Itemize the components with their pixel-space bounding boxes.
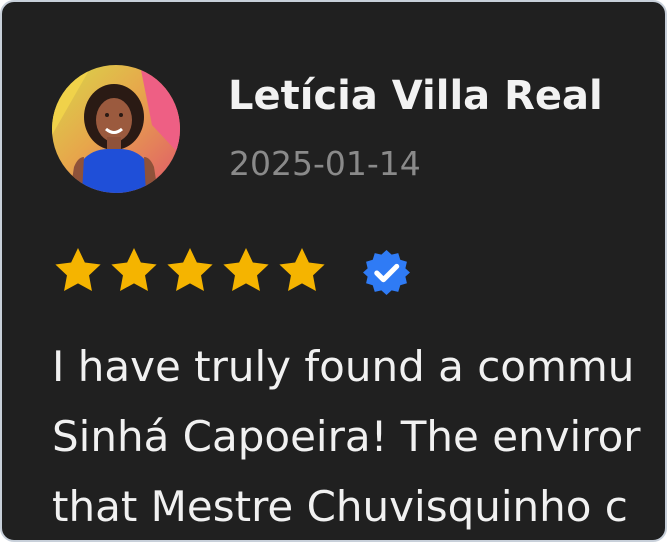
review-line: Sinhá Capoeira! The enviror [52,412,641,461]
review-text: I have truly found a commu Sinhá Capoeir… [52,332,665,540]
review-card: Letícia Villa Real 2025-01-14 I have tru… [0,0,667,542]
reviewer-name: Letícia Villa Real [228,73,603,119]
review-line: that Mestre Chuvisquinho c [52,482,628,531]
avatar-photo [52,65,180,193]
verified-badge-icon [363,250,410,295]
star-icon [167,248,213,292]
reviewer-avatar[interactable] [52,65,180,193]
star-icon [279,248,325,292]
star-rating [51,244,329,298]
review-date: 2025-01-14 [229,144,421,183]
review-line: I have truly found a commu [52,342,635,391]
star-icon [55,248,101,292]
star-icon [111,248,157,292]
star-icon [223,248,269,292]
